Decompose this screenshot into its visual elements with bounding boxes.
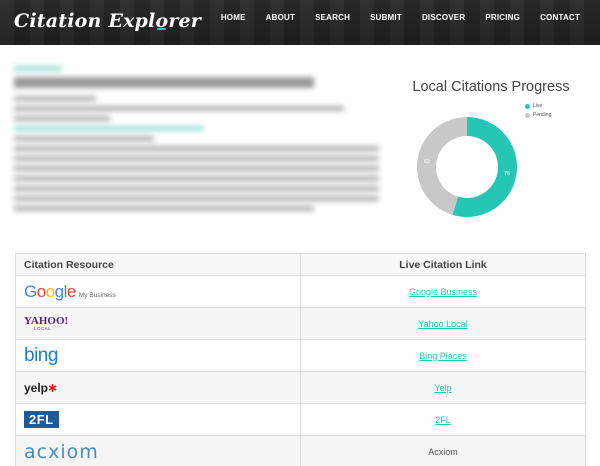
google-logo: Google	[24, 281, 76, 301]
nav-pricing[interactable]: PRICING	[475, 12, 530, 24]
header-live-citation-link: Live Citation Link	[300, 253, 586, 276]
donut-label-pending: 63	[424, 159, 430, 165]
nav-contact[interactable]: CONTACT	[530, 12, 590, 24]
bing-logo: bing	[24, 344, 58, 366]
link-cell: Bing Places	[300, 339, 586, 372]
resource-cell-google: Google My Business	[15, 275, 301, 308]
acxiom-logo: acxiom	[24, 440, 99, 463]
chart-legend: Live Pending	[525, 102, 551, 120]
link-yelp[interactable]: Yelp	[434, 383, 451, 393]
yahoo-logo: YAHOO!	[24, 315, 69, 327]
citations-table: Citation Resource Live Citation Link Goo…	[15, 253, 586, 466]
chart-title: Local Citations Progress	[412, 79, 570, 95]
citations-table-wrap: Citation Resource Live Citation Link Goo…	[15, 253, 586, 466]
legend-item-live[interactable]: Live	[525, 102, 551, 111]
table-row: Google My Business Google Business	[15, 275, 586, 308]
resource-cell-acxiom: acxiom	[15, 435, 301, 466]
link-2fl[interactable]: 2FL	[435, 415, 451, 425]
table-header-row: Citation Resource Live Citation Link	[15, 253, 586, 276]
header-citation-resource: Citation Resource	[15, 253, 301, 276]
nav-submit[interactable]: SUBMIT	[360, 12, 412, 24]
blurred-business-details	[14, 66, 394, 236]
link-cell: Google Business	[300, 275, 586, 308]
nav-discover[interactable]: DISCOVER	[412, 12, 475, 24]
site-logo[interactable]: Citation Explorer	[14, 10, 201, 32]
link-bing-places[interactable]: Bing Places	[419, 351, 467, 361]
legend-dot-live	[525, 104, 530, 109]
resource-cell-bing: bing	[15, 339, 301, 372]
2fl-logo: 2FL	[24, 411, 59, 428]
legend-item-pending[interactable]: Pending	[525, 111, 551, 120]
legend-label-pending: Pending	[533, 112, 552, 118]
link-cell: Yelp	[300, 371, 586, 404]
link-cell: Acxiom	[300, 435, 586, 466]
table-row: bing Bing Places	[15, 339, 586, 372]
link-google-business[interactable]: Google Business	[409, 287, 477, 297]
citations-donut-chart: 76 63	[417, 117, 517, 217]
site-header: Citation Explorer HOME ABOUT SEARCH SUBM…	[0, 0, 600, 45]
yelp-logo: yelp	[24, 380, 49, 395]
legend-dot-pending	[525, 113, 530, 118]
resource-cell-2fl: 2FL	[15, 403, 301, 436]
link-cell: 2FL	[300, 403, 586, 436]
link-yahoo-local[interactable]: Yahoo Local	[418, 319, 467, 329]
text-acxiom: Acxiom	[428, 446, 458, 457]
google-logo-sub: My Business	[78, 291, 116, 299]
table-row: yelp✱ Yelp	[15, 371, 586, 404]
yelp-burst-icon: ✱	[48, 382, 58, 395]
table-row: YAHOO! LOCAL Yahoo Local	[15, 307, 586, 340]
resource-cell-yahoo: YAHOO! LOCAL	[15, 307, 301, 340]
link-cell: Yahoo Local	[300, 307, 586, 340]
legend-label-live: Live	[533, 103, 543, 109]
donut-label-live: 76	[504, 171, 510, 177]
nav-search[interactable]: SEARCH	[305, 12, 360, 24]
resource-cell-yelp: yelp✱	[15, 371, 301, 404]
logo-accent-letter: o	[155, 10, 169, 32]
yahoo-logo-sub: LOCAL	[34, 326, 52, 331]
nav-home[interactable]: HOME	[211, 12, 256, 24]
table-row: acxiom Acxiom	[15, 435, 586, 466]
table-row: 2FL 2FL	[15, 403, 586, 436]
main-nav: HOME ABOUT SEARCH SUBMIT DISCOVER PRICIN…	[211, 12, 590, 24]
nav-about[interactable]: ABOUT	[256, 12, 305, 24]
